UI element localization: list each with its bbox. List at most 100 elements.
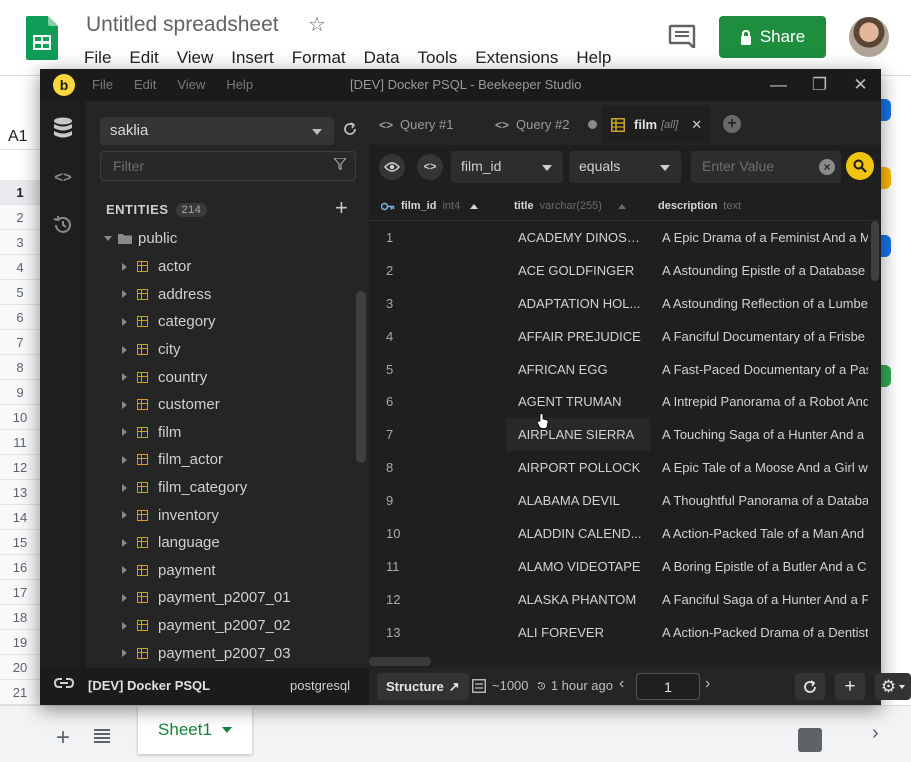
menu-view[interactable]: View	[177, 77, 205, 92]
cell-film-id[interactable]: 8	[386, 460, 486, 475]
row-header[interactable]: 21	[0, 680, 40, 705]
filter-value-input[interactable]: Enter Value ×	[691, 151, 841, 183]
cell-description[interactable]: A Action-Packed Tale of a Man And	[662, 526, 868, 541]
clear-icon[interactable]: ×	[819, 159, 835, 175]
row-header[interactable]: 7	[0, 330, 40, 355]
table-row[interactable]: 11 ALAMO VIDEOTAPE A Boring Epistle of a B…	[369, 550, 869, 583]
add-entity-icon[interactable]: +	[335, 197, 348, 219]
table-item-actor[interactable]: actor	[86, 253, 354, 281]
chevron-right-icon[interactable]	[122, 317, 127, 326]
cell-film-id[interactable]: 9	[386, 493, 486, 508]
filter-icon[interactable]	[334, 158, 346, 170]
cell-film-id[interactable]: 3	[386, 296, 486, 311]
row-header[interactable]: 15	[0, 530, 40, 555]
table-item-inventory[interactable]: inventory	[86, 501, 354, 529]
menu-tools[interactable]: Tools	[418, 48, 458, 68]
cell-description[interactable]: A Action-Packed Drama of a Dentist	[662, 625, 868, 640]
cell-description[interactable]: A Touching Saga of a Hunter And a	[662, 427, 868, 442]
cell-title[interactable]: ALADDIN CALEND...	[518, 526, 646, 541]
menu-file[interactable]: File	[84, 48, 111, 68]
row-header[interactable]: 4	[0, 255, 40, 280]
cell-film-id[interactable]: 7	[386, 427, 486, 442]
table-row[interactable]: 12 ALASKA PHANTOM A Fanciful Saga of a Hun…	[369, 583, 869, 616]
cell-description[interactable]: A Fast-Paced Documentary of a Pas	[662, 362, 868, 377]
chevron-right-icon[interactable]	[122, 621, 127, 630]
cell-title[interactable]: ALI FOREVER	[518, 625, 646, 640]
chevron-right-icon[interactable]	[122, 455, 127, 464]
row-header[interactable]: 16	[0, 555, 40, 580]
menu-edit[interactable]: Edit	[134, 77, 156, 92]
history-icon[interactable]	[51, 213, 75, 237]
chevron-right-icon[interactable]	[122, 262, 127, 271]
table-row[interactable]: 2 ACE GOLDFINGER A Astounding Epistle of a…	[369, 254, 869, 287]
cell-film-id[interactable]: 1	[386, 230, 486, 245]
menu-data[interactable]: Data	[364, 48, 400, 68]
cell-film-id[interactable]: 6	[386, 394, 486, 409]
chevron-right-icon[interactable]: ›	[705, 675, 710, 693]
table-item-film[interactable]: film	[86, 419, 354, 447]
search-button[interactable]	[846, 152, 874, 180]
table-item-payment-p2007-03[interactable]: payment_p2007_03	[86, 639, 354, 667]
code-toggle-icon[interactable]: <>	[417, 154, 443, 180]
table-item-country[interactable]: country	[86, 363, 354, 391]
sheet-tab[interactable]: Sheet1	[138, 706, 252, 754]
table-row[interactable]: 3 ADAPTATION HOL... A Astounding Reflectio…	[369, 287, 869, 320]
row-header[interactable]: 9	[0, 380, 40, 405]
row-header[interactable]: 13	[0, 480, 40, 505]
row-header[interactable]: 20	[0, 655, 40, 680]
menu-edit[interactable]: Edit	[129, 48, 158, 68]
sort-asc-icon[interactable]	[470, 203, 479, 209]
cell-film-id[interactable]: 11	[386, 559, 486, 574]
row-header[interactable]: 3	[0, 230, 40, 255]
chevron-right-icon[interactable]	[122, 290, 127, 299]
table-row[interactable]: 9 ALABAMA DEVIL A Thoughtful Panorama of a…	[369, 484, 869, 517]
menu-file[interactable]: File	[92, 77, 113, 92]
cell-title[interactable]: ACADEMY DINOSA...	[518, 230, 646, 245]
row-header[interactable]: 11	[0, 430, 40, 455]
cell-title[interactable]: ACE GOLDFINGER	[518, 263, 646, 278]
menu-insert[interactable]: Insert	[231, 48, 274, 68]
menu-help[interactable]: Help	[576, 48, 611, 68]
cell-description[interactable]: A Boring Epistle of a Butler And a C	[662, 559, 868, 574]
chevron-right-icon[interactable]	[122, 428, 127, 437]
table-row[interactable]: 5 AFRICAN EGG A Fast-Paced Documentary of …	[369, 353, 869, 386]
cell-film-id[interactable]: 2	[386, 263, 486, 278]
row-header[interactable]: 2	[0, 205, 40, 230]
document-title[interactable]: Untitled spreadsheet	[86, 13, 279, 37]
keep-icon[interactable]	[881, 167, 891, 189]
cell-description[interactable]: A Thoughtful Panorama of a Databa	[662, 493, 868, 508]
table-item-payment-p2007-02[interactable]: payment_p2007_02	[86, 612, 354, 640]
table-item-film-actor[interactable]: film_actor	[86, 446, 354, 474]
chevron-right-icon[interactable]: ›	[872, 722, 879, 745]
filter-column-select[interactable]: film_id	[451, 151, 563, 183]
menu-help[interactable]: Help	[226, 77, 253, 92]
refresh-icon[interactable]	[340, 119, 360, 139]
table-item-customer[interactable]: customer	[86, 391, 354, 419]
table-item-address[interactable]: address	[86, 281, 354, 309]
cell-description[interactable]: A Epic Tale of a Moose And a Girl w	[662, 460, 868, 475]
cell-title[interactable]: AFFAIR PREJUDICE	[518, 329, 646, 344]
settings-button[interactable]: ⚙	[875, 673, 911, 700]
chevron-right-icon[interactable]	[122, 373, 127, 382]
row-header[interactable]: 18	[0, 605, 40, 630]
cell-film-id[interactable]: 4	[386, 329, 486, 344]
sidebar-scrollbar[interactable]	[356, 291, 366, 463]
tab-query-1[interactable]: <> Query #1	[379, 106, 483, 143]
close-icon[interactable]: ✕	[840, 69, 881, 101]
tab-film[interactable]: film [all] ✕	[602, 106, 710, 143]
cell-title[interactable]: ALABAMA DEVIL	[518, 493, 646, 508]
cell-description[interactable]: A Intrepid Panorama of a Robot And	[662, 394, 868, 409]
row-header[interactable]: 12	[0, 455, 40, 480]
row-header[interactable]: 1	[0, 180, 40, 205]
cell-film-id[interactable]: 13	[386, 625, 486, 640]
name-box[interactable]: A1	[0, 124, 40, 150]
entity-filter-input[interactable]	[100, 151, 356, 181]
row-header[interactable]: 10	[0, 405, 40, 430]
cell-title[interactable]: ALAMO VIDEOTAPE	[518, 559, 646, 574]
cell-description[interactable]: A Astounding Reflection of a Lumbe	[662, 296, 868, 311]
table-row[interactable]: 8 AIRPORT POLLOCK A Epic Tale of a Moose A…	[369, 451, 869, 484]
cell-description[interactable]: A Epic Drama of a Feminist And a M	[662, 230, 868, 245]
schema-node[interactable]: public	[104, 230, 177, 247]
add-sheet-icon[interactable]: +	[56, 726, 70, 750]
menu-extensions[interactable]: Extensions	[475, 48, 558, 68]
